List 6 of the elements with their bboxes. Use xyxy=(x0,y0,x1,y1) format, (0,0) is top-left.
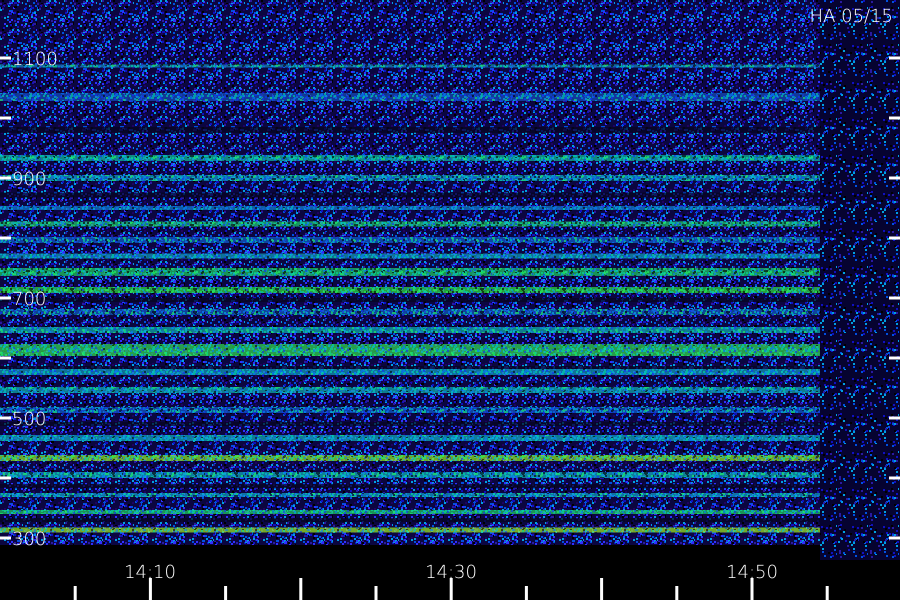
axis-label: 900 xyxy=(12,169,46,190)
axis-label: 14:30 xyxy=(425,562,477,583)
axis-label: 700 xyxy=(12,289,46,310)
axis-label: 14:50 xyxy=(726,562,778,583)
axis-label: 1100 xyxy=(12,49,58,70)
axis-label: 14:10 xyxy=(124,562,176,583)
